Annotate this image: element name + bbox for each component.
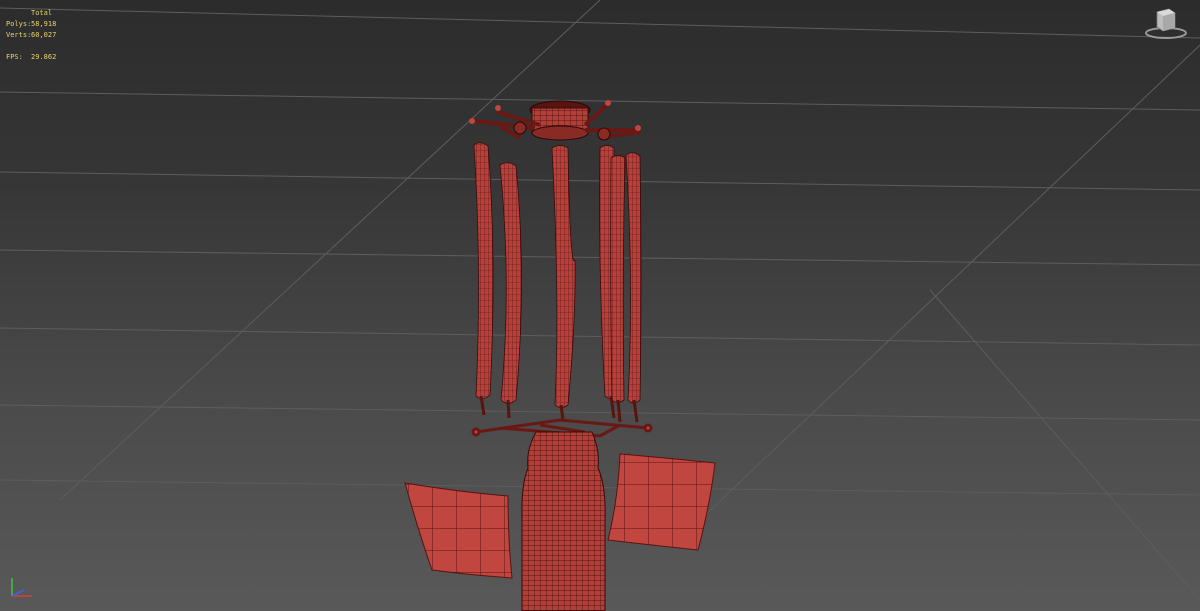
- fps-value: 29.862: [31, 53, 57, 61]
- viewport-statistics: Total Polys: 58,918 Verts: 60,027 FPS: 2…: [6, 8, 56, 63]
- polys-label: Polys:: [6, 20, 32, 28]
- pole-body: [521, 431, 606, 611]
- stats-header: Total: [31, 9, 53, 17]
- hanging-strands: [473, 142, 642, 423]
- polys-value: 58,918: [31, 20, 57, 28]
- right-panel: [607, 453, 716, 551]
- viewport-scene[interactable]: [0, 0, 1200, 611]
- axis-tripod-icon: [4, 572, 38, 606]
- top-hub: [469, 100, 641, 141]
- viewcube-icon[interactable]: [1142, 6, 1190, 40]
- left-panel: [404, 482, 513, 579]
- fps-label: FPS:: [6, 53, 23, 61]
- verts-label: Verts:: [6, 31, 32, 39]
- verts-value: 60,027: [31, 31, 57, 39]
